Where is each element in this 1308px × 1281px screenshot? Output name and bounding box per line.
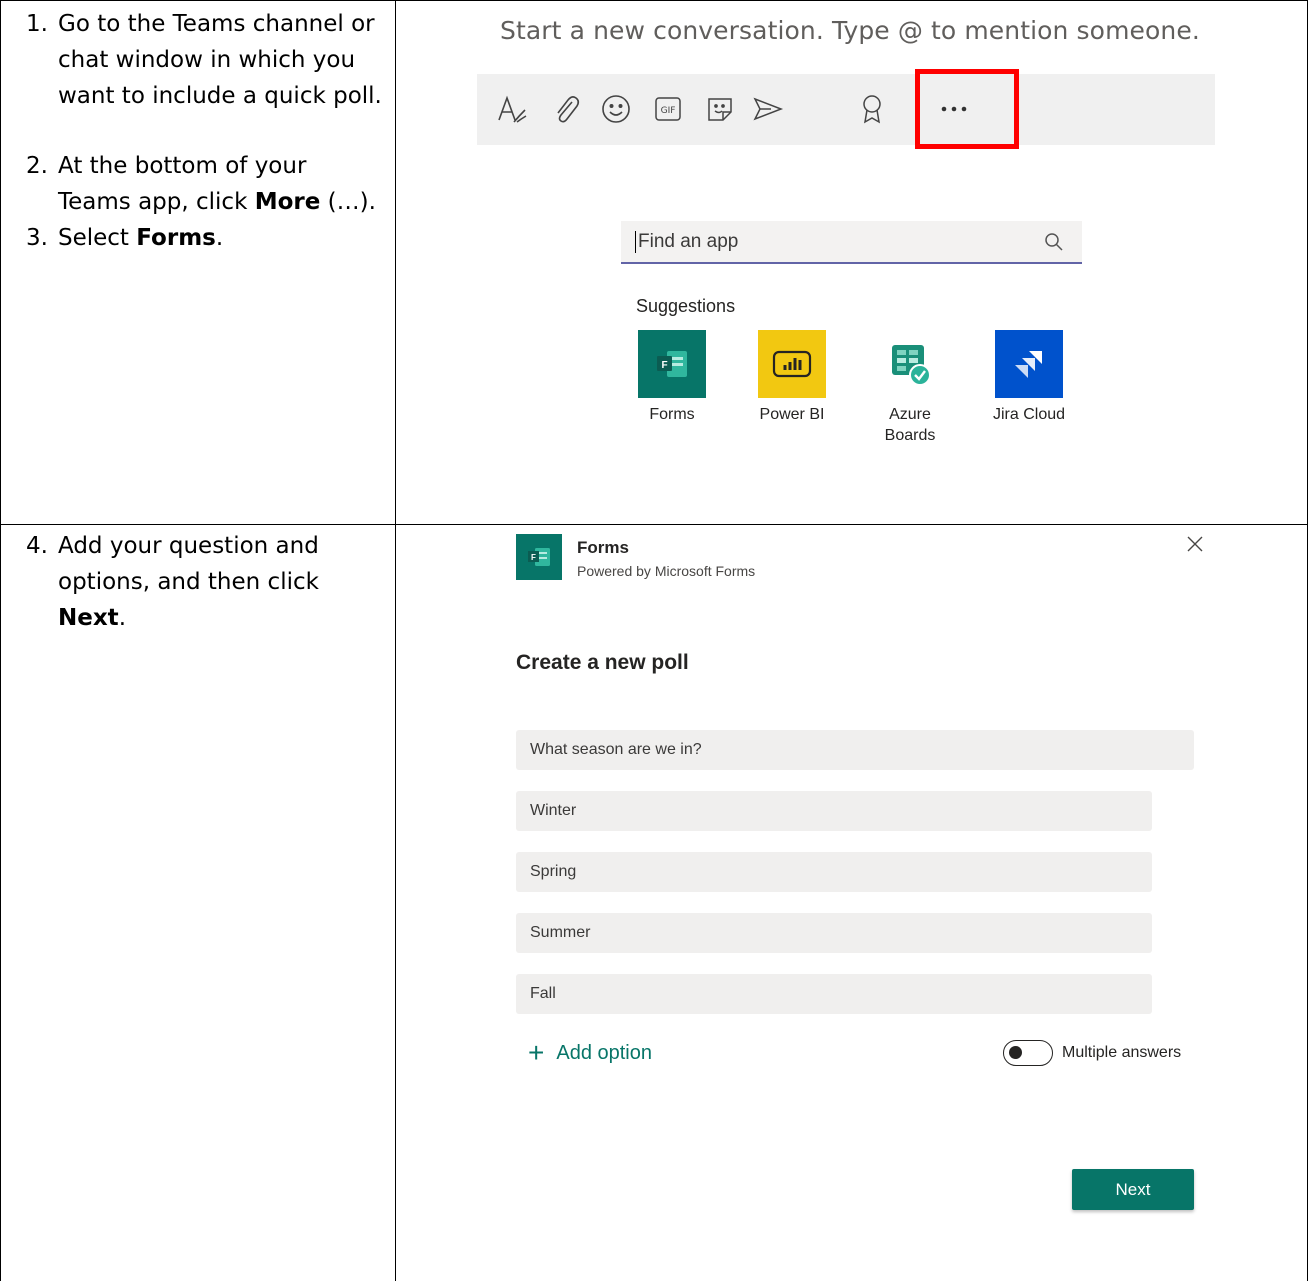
- format-icon[interactable]: [495, 92, 529, 126]
- poll-heading: Create a new poll: [516, 651, 689, 674]
- emoji-icon[interactable]: [599, 92, 633, 126]
- add-option-label: Add option: [556, 1041, 652, 1064]
- instructions-bottom: 4. Add your question and options, and th…: [26, 528, 336, 636]
- toggle-knob: [1009, 1046, 1022, 1059]
- table-divider-vertical: [395, 0, 396, 1281]
- add-option-button[interactable]: + Add option: [528, 1037, 652, 1068]
- app-power-bi[interactable]: Power BI: [747, 330, 837, 425]
- question-input[interactable]: What season are we in?: [516, 730, 1194, 770]
- step-4: 4. Add your question and options, and th…: [26, 533, 319, 631]
- praise-icon[interactable]: [855, 92, 889, 126]
- app-label: Power BI: [759, 406, 825, 423]
- step-3: 3. Select Forms.: [26, 225, 224, 251]
- meet-now-icon[interactable]: [751, 92, 785, 126]
- app-azure-boards[interactable]: Azure Boards: [865, 330, 955, 446]
- table-border-top: [0, 0, 1308, 1]
- gif-icon[interactable]: GIF: [651, 92, 685, 126]
- app-label: Azure Boards: [884, 406, 936, 444]
- app-label: Forms: [649, 406, 695, 423]
- jira-cloud-app-icon: [995, 330, 1063, 398]
- multiple-answers-toggle[interactable]: Multiple answers: [1003, 1040, 1181, 1066]
- compose-toolbar: GIF: [477, 74, 1215, 145]
- table-divider-horizontal: [0, 524, 1308, 525]
- option-input[interactable]: Summer: [516, 913, 1152, 953]
- power-bi-app-icon: [758, 330, 826, 398]
- forms-app-icon: F: [638, 330, 706, 398]
- attach-icon[interactable]: [549, 92, 583, 126]
- svg-text:GIF: GIF: [661, 106, 676, 116]
- azure-boards-app-icon: [876, 330, 944, 398]
- more-highlight-box: [915, 69, 1019, 149]
- plus-icon: +: [528, 1037, 545, 1068]
- compose-prompt[interactable]: Start a new conversation. Type @ to ment…: [500, 16, 1200, 45]
- option-input[interactable]: Winter: [516, 791, 1152, 831]
- search-icon[interactable]: [1044, 232, 1064, 257]
- option-input[interactable]: Fall: [516, 974, 1152, 1014]
- multiple-answers-label: Multiple answers: [1062, 1044, 1182, 1061]
- find-app-input[interactable]: [636, 229, 1020, 254]
- option-input[interactable]: Spring: [516, 852, 1152, 892]
- dialog-app-name: Forms: [577, 538, 629, 557]
- app-jira-cloud[interactable]: Jira Cloud: [984, 330, 1074, 425]
- instructions-top: 1. Go to the Teams channel or chat windo…: [26, 6, 386, 256]
- app-label: Jira Cloud: [992, 406, 1066, 423]
- step-1: 1. Go to the Teams channel or chat windo…: [26, 11, 382, 109]
- forms-logo-icon: F: [516, 534, 562, 580]
- close-icon[interactable]: [1184, 533, 1206, 555]
- toggle-switch[interactable]: [1003, 1040, 1053, 1066]
- sticker-icon[interactable]: [703, 92, 737, 126]
- table-border-left: [0, 0, 1, 1281]
- dialog-subtitle: Powered by Microsoft Forms: [577, 563, 756, 579]
- find-app-box[interactable]: [621, 221, 1082, 264]
- svg-text:F: F: [661, 360, 667, 371]
- next-button[interactable]: Next: [1072, 1169, 1194, 1210]
- app-forms[interactable]: F Forms: [627, 330, 717, 425]
- suggestions-label: Suggestions: [636, 296, 736, 316]
- svg-text:F: F: [531, 553, 536, 562]
- step-2: 2. At the bottom of your Teams app, clic…: [26, 153, 376, 215]
